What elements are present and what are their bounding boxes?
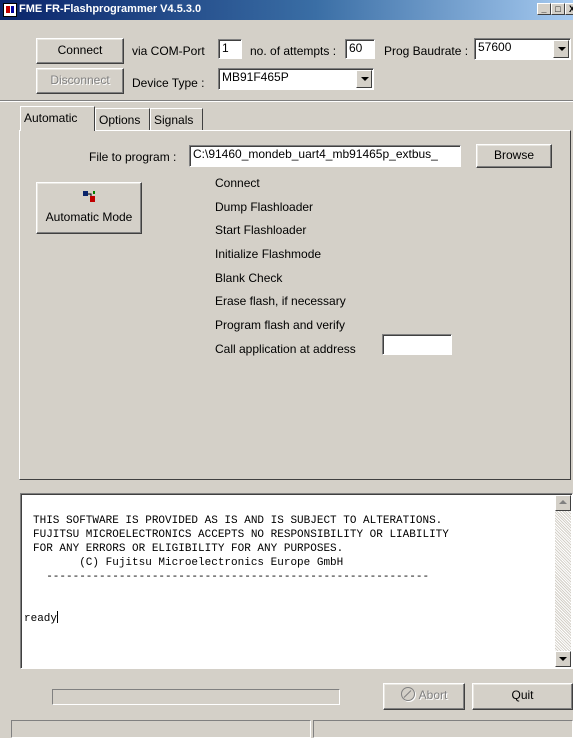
step-connect: Connect (215, 176, 260, 190)
baudrate-label: Prog Baudrate : (384, 44, 469, 58)
baudrate-select[interactable]: 57600 (474, 38, 571, 60)
step-blank-check: Blank Check (215, 271, 283, 285)
step-program-verify: Program flash and verify (215, 318, 346, 332)
quit-button[interactable]: Quit (472, 683, 573, 710)
tab-automatic[interactable]: Automatic (20, 106, 95, 131)
abort-label: Abort (418, 688, 448, 702)
automatic-mode-button[interactable]: Automatic Mode (36, 182, 142, 234)
status-text: ready (24, 613, 58, 625)
status-pane-right (313, 720, 573, 738)
log-line: ----------------------------------------… (33, 571, 430, 583)
attempts-input[interactable]: 60 (345, 39, 375, 59)
log-output[interactable]: THIS SOFTWARE IS PROVIDED AS IS AND IS S… (20, 493, 573, 669)
automatic-mode-label: Automatic Mode (45, 210, 133, 224)
call-address-input[interactable] (382, 334, 452, 355)
tab-options[interactable]: Options (95, 108, 150, 130)
chevron-down-icon[interactable] (553, 40, 569, 58)
step-dump-flashloader: Dump Flashloader (215, 200, 314, 214)
step-call-application: Call application at address (215, 342, 356, 356)
attempts-label: no. of attempts : (250, 44, 337, 58)
window-title: FME FR-Flashprogrammer V4.5.3.0 (19, 3, 202, 15)
vertical-scrollbar[interactable] (555, 495, 571, 667)
progress-bar (52, 689, 340, 705)
via-com-port-label: via COM-Port (132, 44, 205, 58)
connect-button[interactable]: Connect (36, 38, 124, 64)
step-start-flashloader: Start Flashloader (215, 223, 307, 237)
com-port-input[interactable]: 1 (218, 39, 242, 59)
baudrate-value: 57600 (478, 40, 512, 54)
text-caret (57, 611, 59, 623)
title-bar: FME FR-Flashprogrammer V4.5.3.0 _ □ X (0, 0, 573, 20)
abort-icon (400, 687, 415, 701)
scroll-down-icon[interactable] (555, 651, 571, 667)
close-button[interactable]: X (565, 3, 573, 15)
log-line: THIS SOFTWARE IS PROVIDED AS IS AND IS S… (33, 515, 443, 527)
scroll-up-icon[interactable] (555, 495, 571, 511)
status-pane-left (11, 720, 311, 738)
minimize-button[interactable]: _ (537, 3, 551, 15)
status-line: ready (24, 611, 59, 625)
maximize-button[interactable]: □ (551, 3, 565, 15)
step-erase-flash: Erase flash, if necessary (215, 294, 346, 308)
step-initialize-flashmode: Initialize Flashmode (215, 247, 322, 261)
log-line: (C) Fujitsu Microelectronics Europe GmbH (33, 557, 344, 569)
device-type-value: MB91F465P (222, 70, 289, 84)
disconnect-button[interactable]: Disconnect (36, 68, 124, 94)
log-text: THIS SOFTWARE IS PROVIDED AS IS AND IS S… (33, 514, 449, 584)
log-line: FOR ANY ERRORS OR ELIGIBILITY FOR ANY PU… (33, 543, 344, 555)
log-line: FUJITSU MICROELECTRONICS ACCEPTS NO RESP… (33, 529, 449, 541)
file-path-input[interactable]: C:\91460_mondeb_uart4_mb91465p_extbus_ (189, 145, 461, 167)
abort-button[interactable]: Abort (383, 683, 465, 710)
tab-signals[interactable]: Signals (150, 108, 203, 130)
chevron-down-icon[interactable] (356, 70, 372, 88)
device-type-select[interactable]: MB91F465P (218, 68, 374, 90)
flash-program-icon (83, 191, 95, 202)
device-type-label: Device Type : (132, 76, 205, 90)
browse-button[interactable]: Browse (476, 144, 552, 168)
app-icon[interactable] (3, 3, 17, 17)
file-to-program-label: File to program : (89, 150, 177, 164)
separator (0, 100, 573, 102)
